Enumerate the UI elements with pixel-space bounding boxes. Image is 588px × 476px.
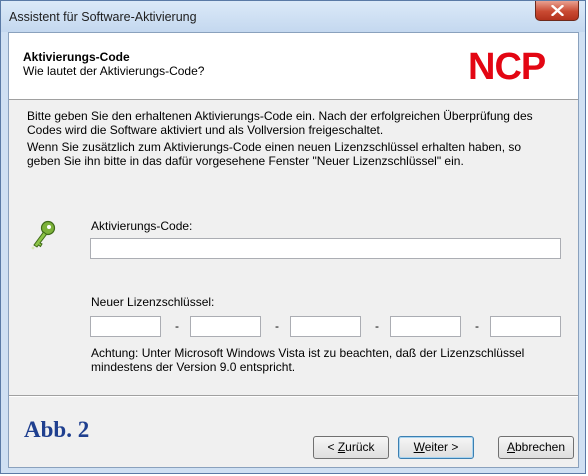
instruction-line-2: Codes wird die Software aktiviert und al…	[27, 123, 384, 137]
next-button-rest: eiter	[424, 440, 449, 454]
instruction-line-3: Wenn Sie zusätzlich zum Aktivierungs-Cod…	[27, 140, 522, 154]
vista-note: Achtung: Unter Microsoft Windows Vista i…	[91, 346, 561, 374]
wizard-header: Aktivierungs-Code Wie lautet der Aktivie…	[9, 33, 578, 100]
license-key-field-1[interactable]	[90, 316, 161, 337]
license-key-field-3[interactable]	[290, 316, 361, 337]
license-separator: -	[175, 319, 179, 333]
activation-code-label: Aktivierungs-Code:	[91, 219, 193, 233]
back-button[interactable]: < Zurück	[313, 436, 389, 459]
license-key-field-4[interactable]	[390, 316, 461, 337]
figure-caption: Abb. 2	[24, 417, 90, 442]
back-button-prefix: <	[327, 440, 338, 454]
note-line-1: Achtung: Unter Microsoft Windows Vista i…	[91, 346, 525, 360]
activation-code-input[interactable]	[90, 238, 561, 259]
close-button[interactable]	[535, 1, 579, 21]
client-area: Aktivierungs-Code Wie lautet der Aktivie…	[8, 32, 579, 468]
license-key-field-5[interactable]	[490, 316, 561, 337]
license-separator: -	[275, 319, 279, 333]
license-key-field-2[interactable]	[190, 316, 261, 337]
key-icon	[31, 220, 56, 250]
instruction-line-4: geben Sie ihn bitte in das dafür vorgese…	[27, 154, 464, 168]
footer-divider	[9, 395, 578, 397]
instruction-line-1: Bitte geben Sie den erhaltenen Aktivieru…	[27, 109, 533, 123]
cancel-button-mnemonic: A	[506, 440, 515, 454]
back-button-rest: urück	[345, 440, 375, 454]
cancel-button[interactable]: Abbrechen	[498, 436, 574, 459]
page-subtitle: Wie lautet der Aktivierungs-Code?	[23, 64, 205, 78]
license-key-label: Neuer Lizenzschlüssel:	[91, 295, 215, 309]
page-title: Aktivierungs-Code	[23, 50, 130, 64]
next-button[interactable]: Weiter >	[398, 436, 474, 459]
logo-text: NCP	[468, 47, 546, 83]
next-button-suffix: >	[448, 440, 459, 454]
window-title: Assistent für Software-Aktivierung	[9, 10, 197, 24]
title-bar[interactable]: Assistent für Software-Aktivierung	[1, 1, 585, 32]
license-separator: -	[375, 319, 379, 333]
close-icon	[551, 5, 564, 16]
cancel-button-rest: bbrechen	[514, 440, 566, 454]
wizard-window: Assistent für Software-Aktivierung Aktiv…	[0, 0, 586, 474]
note-line-2: mindestens der Version 9.0 entspricht.	[91, 360, 296, 374]
license-separator: -	[475, 319, 479, 333]
ncp-logo: NCP	[468, 47, 547, 83]
next-button-mnemonic: W	[413, 440, 425, 454]
